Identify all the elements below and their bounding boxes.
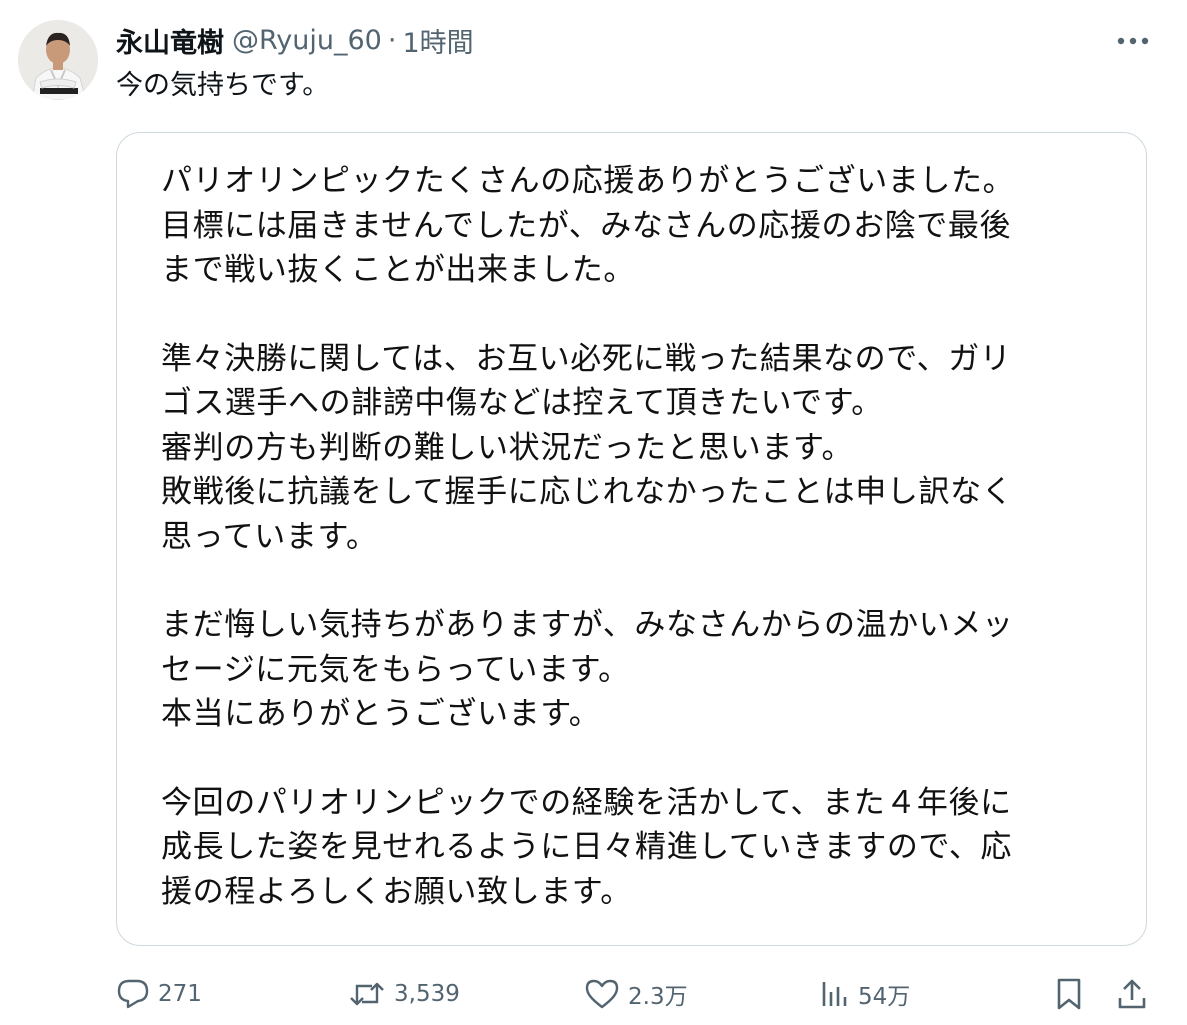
- like-button[interactable]: 2.3万: [584, 972, 688, 1016]
- timestamp[interactable]: 1時間: [402, 21, 473, 60]
- statement-line: ゴス選手への誹謗中傷などは控えて頂きたいです。: [161, 385, 883, 421]
- user-handle[interactable]: @Ryuju_60: [232, 25, 382, 56]
- views-count: 54万: [858, 984, 911, 1010]
- share-icon: [1116, 977, 1148, 1011]
- statement-line: パリオリンピックたくさんの応援ありがとうございました。: [161, 163, 1015, 199]
- like-icon: [584, 978, 620, 1010]
- repost-count: 3,539: [394, 981, 460, 1007]
- statement-text: パリオリンピックたくさんの応援ありがとうございました。 目標には届きませんでしたが…: [161, 159, 1121, 914]
- tweet-header: 永山竜樹 @Ryuju_60 · 1時間: [116, 21, 474, 60]
- statement-line: 成長した姿を見せれるように日々精進していきますので、応: [161, 829, 1013, 865]
- repost-button[interactable]: 3,539: [348, 972, 460, 1016]
- statement-line: 敗戦後に抗議をして握手に応じれなかったことは申し訳なく: [161, 474, 1014, 510]
- bookmark-button[interactable]: [1054, 972, 1084, 1016]
- views-icon: [820, 978, 850, 1010]
- statement-line: セージに元気をもらっています。: [161, 651, 630, 688]
- bookmark-icon: [1054, 977, 1084, 1011]
- repost-icon: [348, 978, 386, 1010]
- separator: ·: [387, 24, 397, 56]
- like-count: 2.3万: [628, 984, 688, 1010]
- tweet: 永山竜樹 @Ryuju_60 · 1時間 今の気持ちです。 パリオリンピックたく…: [0, 0, 1187, 1025]
- action-bar: 271 3,539 2.3万 54万: [116, 972, 1156, 1016]
- statement-line: 思っています。: [161, 518, 378, 555]
- views-button[interactable]: 54万: [820, 972, 910, 1016]
- statement-line: 準々決勝に関しては、お互い必死に戦った結果なので、ガリ: [161, 340, 1012, 377]
- reply-button[interactable]: 271: [116, 972, 202, 1016]
- more-icon: [1117, 30, 1149, 49]
- share-button[interactable]: [1116, 972, 1148, 1016]
- statement-line: 審判の方も判断の難しい状況だったと思います。: [161, 429, 854, 466]
- statement-line: まだ悔しい気持ちがありますが、みなさんからの温かいメッ: [161, 607, 1014, 643]
- display-name[interactable]: 永山竜樹: [116, 21, 224, 60]
- statement-line: まで戦い抜くことが出来ました。: [161, 252, 635, 288]
- statement-line: 援の程よろしくお願い致します。: [161, 873, 632, 910]
- statement-line: 本当にありがとうございます。: [161, 696, 601, 732]
- tweet-media-card[interactable]: パリオリンピックたくさんの応援ありがとうございました。 目標には届きませんでしたが…: [116, 132, 1147, 946]
- reply-count: 271: [158, 981, 202, 1007]
- avatar[interactable]: [18, 20, 98, 100]
- statement-line: 目標には届きませんでしたが、みなさんの応援のお陰で最後: [161, 207, 1012, 244]
- reply-icon: [116, 978, 150, 1010]
- statement-line: 今回のパリオリンピックでの経験を活かして、また４年後に: [161, 784, 1012, 821]
- tweet-text: 今の気持ちです。: [116, 70, 330, 101]
- more-button[interactable]: [1110, 24, 1156, 54]
